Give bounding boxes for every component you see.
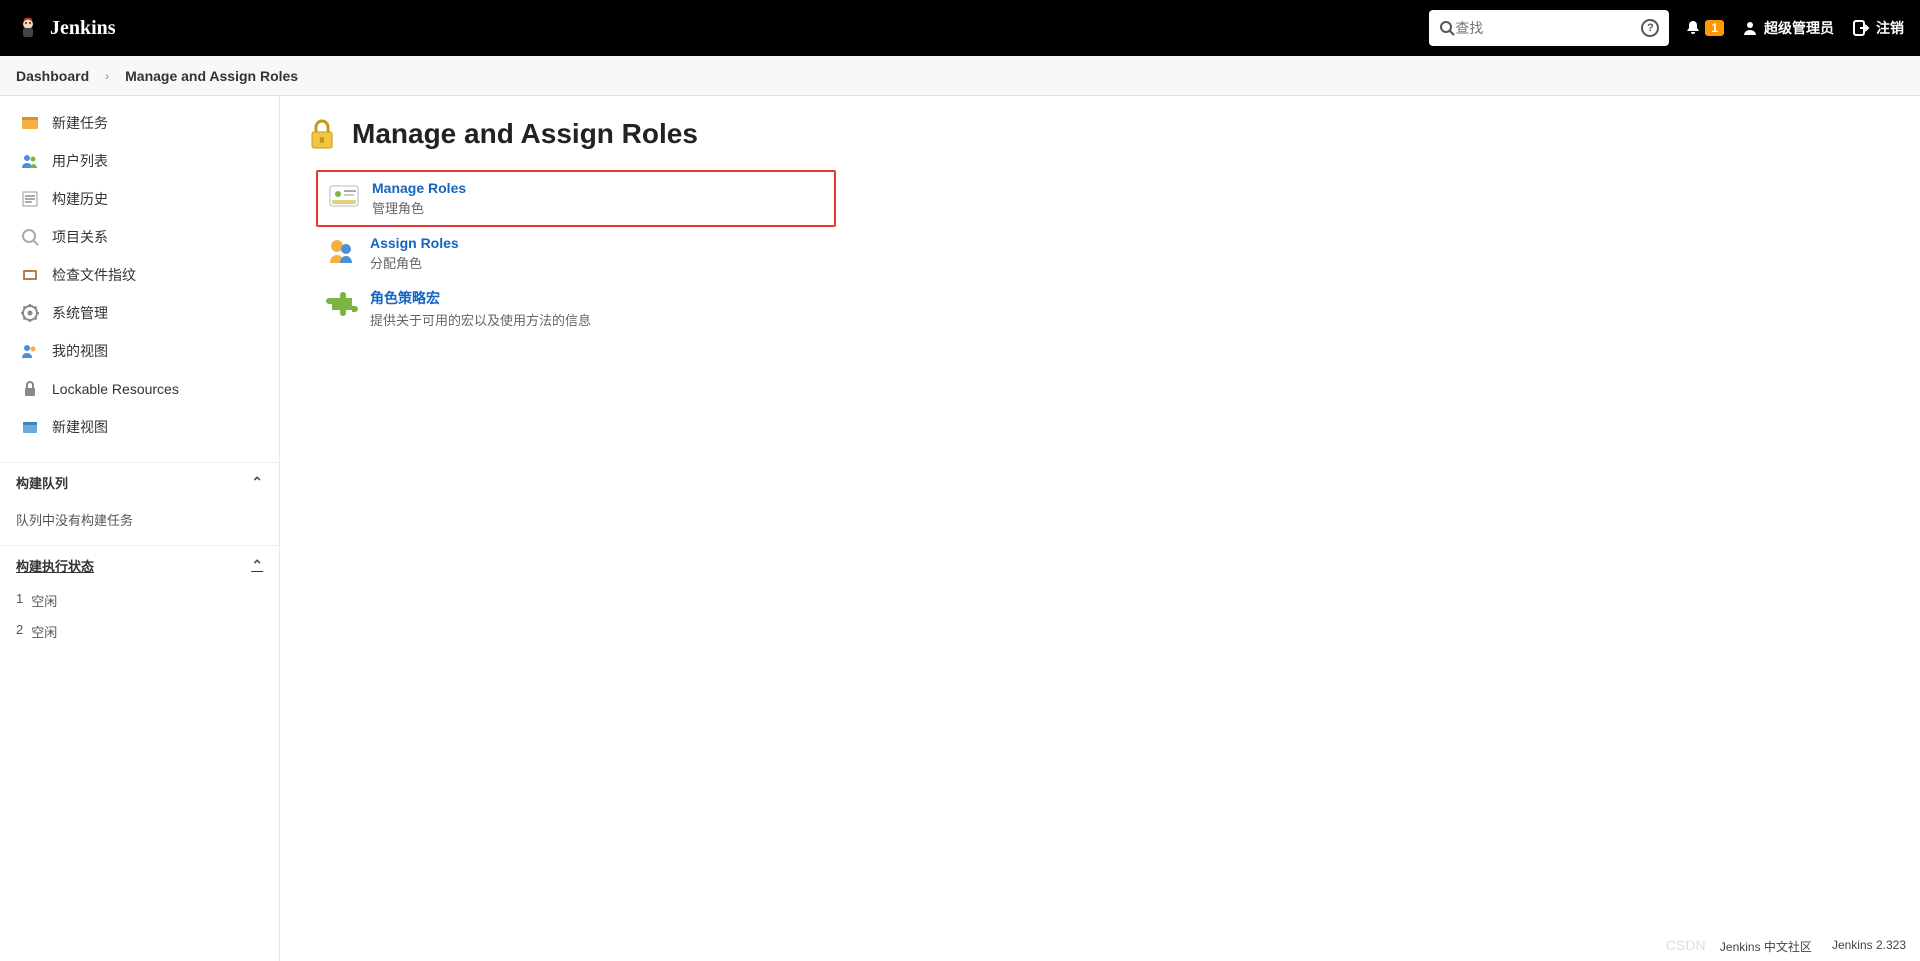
- sidebar-item-project-relation[interactable]: 项目关系: [0, 218, 279, 256]
- build-queue-empty: 队列中没有构建任务: [0, 502, 279, 537]
- footer-community-link[interactable]: Jenkins 中文社区: [1720, 938, 1812, 955]
- user-name: 超级管理员: [1764, 18, 1834, 38]
- executor-number: 1: [16, 591, 23, 610]
- footer-version: Jenkins 2.323: [1832, 938, 1906, 955]
- lock-icon: [304, 116, 340, 152]
- mgmt-item-desc: 提供关于可用的宏以及使用方法的信息: [370, 310, 591, 329]
- bell-icon: [1685, 20, 1701, 36]
- brand-logo[interactable]: Jenkins: [16, 16, 116, 40]
- people-icon: [20, 151, 40, 171]
- mgmt-item-manage-roles[interactable]: Manage Roles 管理角色: [316, 170, 836, 227]
- main-content: Manage and Assign Roles Manage Roles 管理角…: [280, 96, 1920, 961]
- sidebar-item-label: 检查文件指纹: [52, 265, 136, 285]
- build-queue-header[interactable]: 构建队列 ⌃: [0, 462, 279, 502]
- mgmt-item-title[interactable]: 角色策略宏: [370, 288, 591, 308]
- executor-state: 空闲: [31, 591, 57, 610]
- sidebar-item-label: 新建视图: [52, 417, 108, 437]
- history-icon: [20, 189, 40, 209]
- sidebar-item-label: 新建任务: [52, 113, 108, 133]
- assign-roles-icon: [326, 235, 358, 267]
- footer: Jenkins 中文社区 Jenkins 2.323: [1706, 932, 1920, 961]
- mgmt-item-assign-roles[interactable]: Assign Roles 分配角色: [316, 227, 836, 280]
- page-title: Manage and Assign Roles: [352, 118, 698, 150]
- id-card-icon: [328, 180, 360, 212]
- brand-name: Jenkins: [50, 17, 116, 40]
- sidebar-item-build-history[interactable]: 构建历史: [0, 180, 279, 218]
- gear-icon: [20, 303, 40, 323]
- breadcrumb-item[interactable]: Manage and Assign Roles: [125, 68, 298, 84]
- sidebar-item-label: 项目关系: [52, 227, 108, 247]
- executors-header[interactable]: 构建执行状态 ⌃: [0, 545, 279, 585]
- chevron-right-icon: ›: [105, 69, 109, 83]
- user-menu[interactable]: 超级管理员: [1742, 18, 1834, 38]
- section-title: 构建执行状态: [16, 556, 94, 575]
- user-icon: [1742, 20, 1758, 36]
- jenkins-logo-icon: [16, 16, 40, 40]
- sidebar-item-people[interactable]: 用户列表: [0, 142, 279, 180]
- sidebar-item-lockable[interactable]: Lockable Resources: [0, 370, 279, 408]
- mgmt-item-title[interactable]: Assign Roles: [370, 235, 459, 251]
- relation-icon: [20, 227, 40, 247]
- lock-icon: [20, 379, 40, 399]
- sidebar-item-label: 构建历史: [52, 189, 108, 209]
- search-box[interactable]: ?: [1429, 10, 1669, 46]
- executor-row: 2 空闲: [0, 616, 279, 647]
- notifications-button[interactable]: 1: [1685, 20, 1724, 36]
- search-input[interactable]: [1455, 20, 1641, 36]
- logout-button[interactable]: 注销: [1852, 18, 1904, 38]
- sidebar-item-label: 系统管理: [52, 303, 108, 323]
- mgmt-item-desc: 管理角色: [372, 198, 466, 217]
- top-header: Jenkins ? 1 超级管理员 注销: [0, 0, 1920, 56]
- logout-icon: [1852, 19, 1870, 37]
- notif-badge: 1: [1705, 20, 1724, 36]
- sidebar-nav: 新建任务 用户列表 构建历史 项目关系 检查文件指纹 系统管理: [0, 96, 279, 454]
- section-title: 构建队列: [16, 473, 68, 492]
- sidebar: 新建任务 用户列表 构建历史 项目关系 检查文件指纹 系统管理: [0, 96, 280, 961]
- search-icon: [1439, 20, 1455, 36]
- sidebar-item-label: 用户列表: [52, 151, 108, 171]
- puzzle-icon: [326, 288, 358, 320]
- chevron-up-icon: ⌃: [251, 557, 263, 574]
- sidebar-item-new-item[interactable]: 新建任务: [0, 104, 279, 142]
- logout-label: 注销: [1876, 18, 1904, 38]
- executor-state: 空闲: [31, 622, 57, 641]
- mgmt-item-title[interactable]: Manage Roles: [372, 180, 466, 196]
- mgmt-item-role-macros[interactable]: 角色策略宏 提供关于可用的宏以及使用方法的信息: [316, 280, 836, 337]
- chevron-up-icon: ⌃: [251, 474, 263, 491]
- sidebar-item-label: 我的视图: [52, 341, 108, 361]
- myview-icon: [20, 341, 40, 361]
- sidebar-item-label: Lockable Resources: [52, 381, 179, 397]
- sidebar-item-my-views[interactable]: 我的视图: [0, 332, 279, 370]
- header-right: 1 超级管理员 注销: [1685, 18, 1904, 38]
- page-header: Manage and Assign Roles: [304, 116, 1896, 152]
- fingerprint-icon: [20, 265, 40, 285]
- breadcrumb: Dashboard › Manage and Assign Roles: [0, 56, 1920, 96]
- help-icon[interactable]: ?: [1641, 19, 1659, 37]
- sidebar-item-fingerprint[interactable]: 检查文件指纹: [0, 256, 279, 294]
- executor-row: 1 空闲: [0, 585, 279, 616]
- sidebar-item-manage[interactable]: 系统管理: [0, 294, 279, 332]
- breadcrumb-item[interactable]: Dashboard: [16, 68, 89, 84]
- new-item-icon: [20, 113, 40, 133]
- executor-number: 2: [16, 622, 23, 641]
- newview-icon: [20, 417, 40, 437]
- sidebar-item-new-view[interactable]: 新建视图: [0, 408, 279, 446]
- mgmt-item-desc: 分配角色: [370, 253, 459, 272]
- management-items: Manage Roles 管理角色 Assign Roles 分配角色: [316, 170, 1896, 337]
